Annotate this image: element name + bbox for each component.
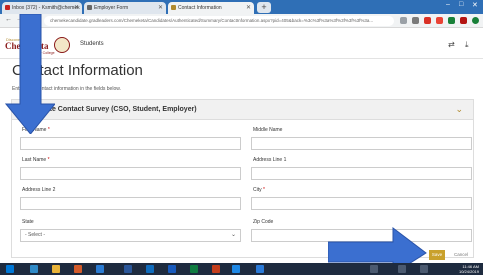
chevron-down-icon: ⌄ (230, 232, 236, 238)
close-icon[interactable]: ✕ (246, 2, 251, 14)
tab-employer-form[interactable]: Employer Form ✕ (84, 2, 166, 14)
clock[interactable]: 11:46 AM 10/24/2019 (459, 264, 479, 274)
zip-code-label: Zip Code (253, 219, 274, 225)
first-name-field[interactable] (20, 137, 241, 150)
mail-icon (5, 5, 10, 10)
word-icon[interactable] (168, 265, 176, 273)
browser-e-icon[interactable] (232, 265, 240, 273)
tab-label: Inbox (372) - Ksmith@chemek (12, 5, 80, 11)
excel-icon[interactable] (190, 265, 198, 273)
extension-icon[interactable] (448, 17, 455, 24)
settings-icon[interactable]: ⇄ (448, 40, 455, 49)
url-field[interactable]: chemekecandidate.gradleaders.com/Chemeke… (44, 16, 394, 26)
tab-inbox[interactable]: Inbox (372) - Ksmith@chemek ✕ (2, 2, 82, 14)
cancel-button[interactable]: Cancel (450, 250, 472, 260)
file-explorer-icon[interactable] (52, 265, 60, 273)
middle-name-label: Middle Name (253, 127, 283, 133)
address-line-1-label: Address Line 1 (253, 157, 287, 163)
profile-icon[interactable] (472, 17, 479, 24)
app-icon[interactable] (256, 265, 264, 273)
powerpoint-icon[interactable] (212, 265, 220, 273)
middle-name-field[interactable] (251, 137, 472, 150)
close-icon[interactable]: ✕ (74, 2, 79, 14)
address-line-1-field[interactable] (251, 167, 472, 180)
app-icon[interactable] (74, 265, 82, 273)
site-icon (171, 5, 176, 10)
state-select[interactable]: - Select - ⌄ (20, 229, 241, 242)
app-icon[interactable] (96, 265, 104, 273)
taskbar: 11:46 AM 10/24/2019 (0, 263, 483, 275)
star-icon[interactable] (400, 17, 407, 24)
extension-icon[interactable] (412, 17, 419, 24)
address-line-2-field[interactable] (20, 197, 241, 210)
address-line-2-label: Address Line 2 (22, 187, 56, 193)
state-label: State (22, 219, 34, 225)
last-name-field[interactable] (20, 167, 241, 180)
extension-icon[interactable] (424, 17, 431, 24)
app-icon[interactable] (146, 265, 154, 273)
last-name-label: Last Name * (22, 157, 50, 163)
tab-label: Employer Form (94, 5, 129, 11)
app-icon[interactable] (124, 265, 132, 273)
close-icon[interactable]: ✕ (158, 2, 163, 14)
page-icon (87, 5, 92, 10)
maximize-icon[interactable]: □ (459, 1, 463, 8)
browser-tab-strip: Inbox (372) - Ksmith@chemek ✕ Employer F… (0, 0, 483, 14)
annotation-arrow-down-icon (5, 14, 55, 134)
tray-icon[interactable] (420, 265, 428, 273)
download-icon[interactable]: ⤓ (465, 40, 469, 50)
extension-icon[interactable] (436, 17, 443, 24)
address-bar-row: ← → C chemekecandidate.gradleaders.com/C… (0, 14, 483, 28)
task-view-icon[interactable] (30, 265, 38, 273)
city-label: City * (253, 187, 265, 193)
state-selected-value: - Select - (25, 232, 46, 238)
site-header: Discover Chemeketa Community College Stu… (0, 29, 483, 59)
tab-label: Contact Information (178, 5, 222, 11)
new-tab-button[interactable]: + (257, 2, 271, 13)
save-button[interactable]: Save (429, 250, 445, 260)
minimize-icon[interactable]: – (446, 1, 450, 8)
college-seal-icon (54, 37, 70, 53)
tray-icon[interactable] (370, 265, 378, 273)
tray-icon[interactable] (398, 265, 406, 273)
city-field[interactable] (251, 197, 472, 210)
nav-students[interactable]: Students (80, 41, 104, 47)
start-icon[interactable] (6, 265, 14, 273)
tab-contact-information[interactable]: Contact Information ✕ (168, 2, 254, 14)
chevron-down-icon[interactable]: ⌄ (455, 104, 463, 115)
window-close-icon[interactable]: ✕ (472, 1, 478, 9)
panel-header[interactable]: Candidate Contact Survey (CSO, Student, … (12, 100, 473, 120)
extension-icon[interactable] (460, 17, 467, 24)
